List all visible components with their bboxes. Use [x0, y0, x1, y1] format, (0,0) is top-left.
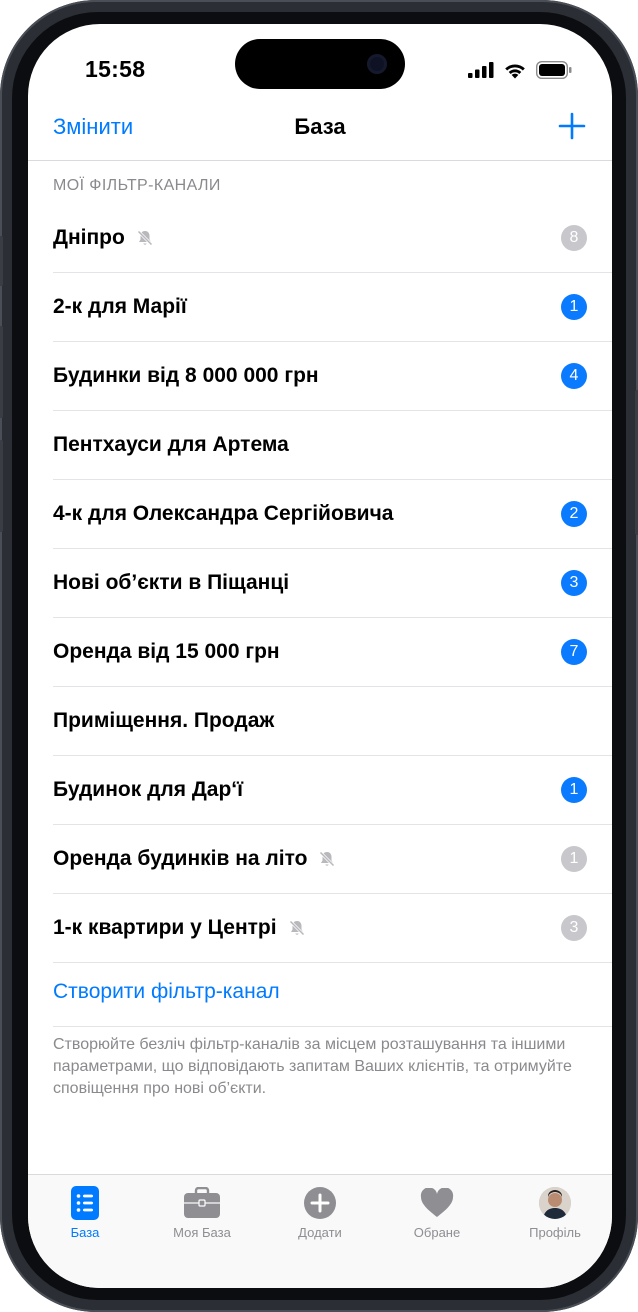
status-icons	[468, 61, 572, 79]
tab-label: Профіль	[529, 1225, 581, 1240]
page-title: База	[294, 114, 346, 139]
camera-icon	[367, 54, 387, 74]
add-icon[interactable]	[558, 112, 586, 140]
unread-badge: 3	[561, 570, 587, 596]
channel-label: Будинки від 8 000 000 грн	[53, 364, 319, 387]
volume-up-button	[0, 326, 3, 418]
tab-base[interactable]: База	[35, 1185, 135, 1240]
channel-row[interactable]: Будинок для Дар‘ї 1	[53, 756, 612, 825]
channel-row[interactable]: Нові об’єкти в Піщанці 3	[53, 549, 612, 618]
tab-my-base[interactable]: Моя База	[152, 1185, 252, 1240]
unread-badge: 1	[561, 777, 587, 803]
tab-add[interactable]: Додати	[270, 1185, 370, 1240]
dynamic-island	[235, 39, 405, 89]
tab-label: Додати	[298, 1225, 342, 1240]
channel-label: Нові об’єкти в Піщанці	[53, 571, 290, 594]
footer-description: Створюйте безліч фільтр-каналів за місце…	[53, 1036, 572, 1097]
unread-badge: 4	[561, 363, 587, 389]
plus-circle-icon	[304, 1187, 336, 1219]
channel-row[interactable]: Пентхауси для Артема	[53, 411, 612, 480]
channel-row[interactable]: Будинки від 8 000 000 грн 4	[53, 342, 612, 411]
channel-label: 4-к для Олександра Сергійовича	[53, 502, 394, 525]
channel-row[interactable]: Дніпро 8	[53, 204, 612, 273]
briefcase-icon	[184, 1187, 220, 1218]
channel-row[interactable]: 4-к для Олександра Сергійовича 2	[53, 480, 612, 549]
channel-label: 1-к квартири у Центрі	[53, 916, 277, 939]
channel-label: Приміщення. Продаж	[53, 709, 275, 732]
create-channel-button[interactable]: Створити фільтр-канал	[53, 980, 280, 1004]
unread-badge: 1	[561, 294, 587, 320]
muted-bell-icon	[288, 919, 306, 937]
channel-label: Оренда від 15 000 грн	[53, 640, 280, 663]
tab-label: Моя База	[173, 1225, 231, 1240]
muted-bell-icon	[318, 850, 336, 868]
channel-label: Пентхауси для Артема	[53, 433, 289, 456]
battery-icon	[536, 61, 572, 79]
cellular-signal-icon	[468, 62, 494, 78]
tab-label: Обране	[413, 1225, 461, 1240]
unread-badge: 7	[561, 639, 587, 665]
channel-label: Будинок для Дар‘ї	[53, 778, 244, 801]
channel-row[interactable]: Оренда будинків на літо 1	[53, 825, 612, 894]
channel-row[interactable]: Оренда від 15 000 грн 7	[53, 618, 612, 687]
screen: 15:58 Змінити База МОЇ ФІЛЬТР-КАНАЛИ Дні…	[28, 24, 612, 1288]
action-button	[0, 236, 3, 286]
list-icon	[71, 1186, 99, 1220]
channel-row[interactable]: Приміщення. Продаж	[53, 687, 612, 756]
tab-profile[interactable]: Профіль	[505, 1185, 605, 1240]
heart-icon	[420, 1188, 454, 1217]
tab-favorites[interactable]: Обране	[387, 1185, 487, 1240]
wifi-icon	[505, 64, 525, 79]
section-header: МОЇ ФІЛЬТР-КАНАЛИ	[53, 177, 221, 194]
volume-down-button	[0, 440, 3, 532]
unread-badge: 3	[561, 915, 587, 941]
avatar	[539, 1187, 571, 1219]
unread-badge: 1	[561, 846, 587, 872]
channel-row[interactable]: 2-к для Марії 1	[53, 273, 612, 342]
unread-badge: 8	[561, 225, 587, 251]
channel-row[interactable]: 1-к квартири у Центрі 3	[53, 894, 612, 963]
navigation-bar: Змінити База	[28, 104, 612, 161]
channel-label: Оренда будинків на літо	[53, 847, 308, 870]
unread-badge: 2	[561, 501, 587, 527]
muted-bell-icon	[136, 229, 154, 247]
create-channel-row: Створити фільтр-канал	[53, 960, 612, 1027]
filter-channel-list: Дніпро 8 2-к для Марії 1 Будинки від 8 000 0…	[53, 204, 612, 963]
status-time: 15:58	[85, 56, 146, 82]
tab-bar: База Моя База Додати Обране Профіль	[28, 1174, 612, 1288]
channel-label: 2-к для Марії	[53, 295, 187, 318]
channel-label: Дніпро	[53, 226, 125, 249]
tab-label: База	[70, 1225, 100, 1240]
